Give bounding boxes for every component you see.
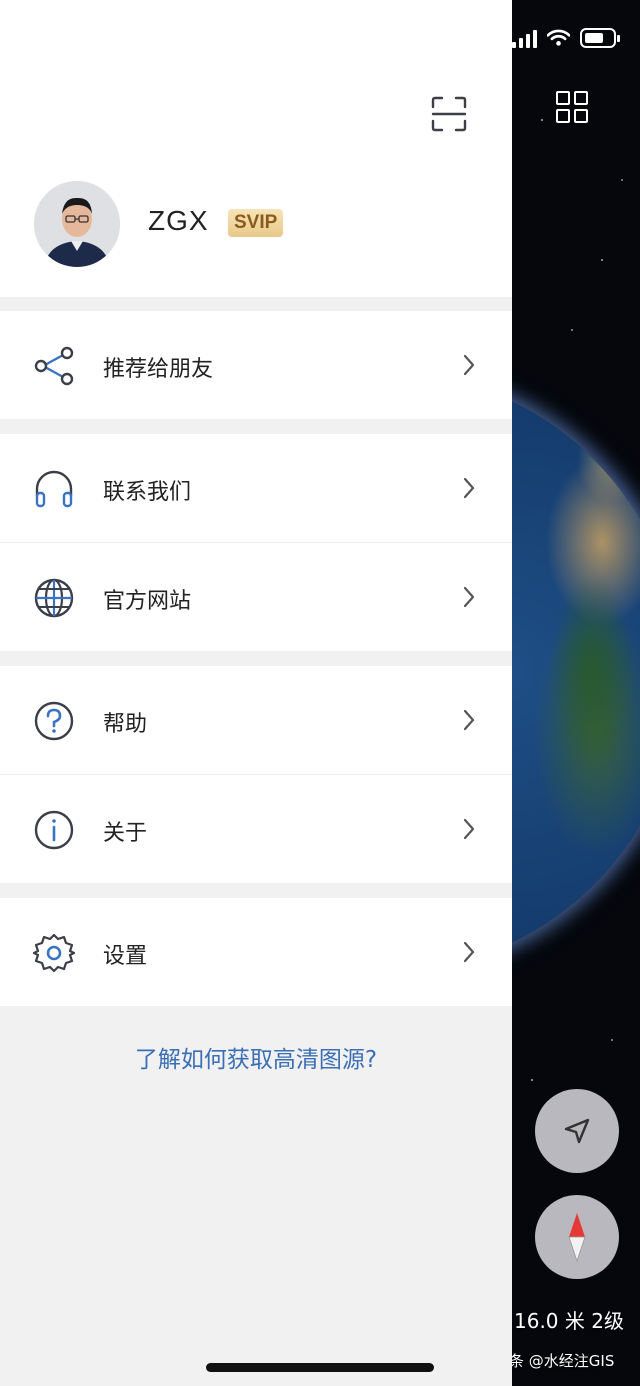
chevron-right-icon (463, 477, 475, 499)
menu-group-settings: 设置 (0, 898, 512, 1006)
layers-grid-icon[interactable] (556, 91, 588, 123)
status-bar (512, 22, 640, 54)
profile-section: ZGX SVIP (0, 0, 512, 297)
menu-item-label: 关于 (103, 821, 148, 846)
home-indicator (206, 1363, 434, 1372)
wifi-icon (547, 29, 571, 46)
menu-item-contact[interactable]: 联系我们 (0, 434, 512, 542)
menu-item-help[interactable]: 帮助 (0, 666, 512, 774)
user-portrait-icon (34, 181, 120, 267)
menu-group-contact: 联系我们 官方网站 (0, 434, 512, 651)
menu-item-about[interactable]: 关于 (0, 774, 512, 883)
menu-item-label: 推荐给朋友 (103, 357, 214, 382)
chevron-right-icon (463, 709, 475, 731)
menu-group-share: 推荐给朋友 (0, 311, 512, 419)
info-icon (34, 810, 74, 850)
chevron-right-icon (463, 586, 475, 608)
username[interactable]: ZGX (148, 205, 209, 237)
chevron-right-icon (463, 941, 475, 963)
chevron-right-icon (463, 354, 475, 376)
menu-item-label: 帮助 (103, 712, 148, 737)
hd-imagery-link[interactable]: 了解如何获取高清图源? (0, 1040, 512, 1074)
battery-icon (580, 28, 620, 48)
menu-item-label: 联系我们 (103, 480, 192, 505)
headphones-icon (35, 470, 73, 508)
svip-badge: SVIP (228, 209, 284, 237)
menu-item-label: 设置 (103, 944, 148, 969)
map-view[interactable] (512, 0, 640, 1386)
cellular-signal-icon (512, 28, 537, 48)
watermark-text: 头条 @水经注GIS (494, 1352, 615, 1370)
menu-item-settings[interactable]: 设置 (0, 898, 512, 1006)
help-icon (34, 701, 74, 741)
avatar[interactable] (34, 181, 120, 267)
gear-icon (33, 933, 75, 973)
compass-button[interactable] (535, 1195, 619, 1279)
locate-button[interactable] (535, 1089, 619, 1173)
earth-globe (512, 372, 640, 972)
navigation-arrow-icon (564, 1118, 590, 1144)
menu-group-help: 帮助 关于 (0, 666, 512, 883)
side-drawer: ZGX SVIP 推荐给朋友 联系我们 官方网站 帮助 关于 设置 了解如何获取… (0, 0, 512, 1386)
menu-item-label: 官方网站 (103, 589, 192, 614)
scan-icon[interactable] (431, 96, 467, 132)
share-icon (34, 346, 74, 386)
globe-icon (34, 578, 74, 618)
compass-icon (568, 1213, 586, 1263)
chevron-right-icon (463, 818, 475, 840)
menu-item-share[interactable]: 推荐给朋友 (0, 311, 512, 419)
menu-item-website[interactable]: 官方网站 (0, 542, 512, 651)
map-scale-text: 16.0 米 2级 (514, 1309, 624, 1333)
